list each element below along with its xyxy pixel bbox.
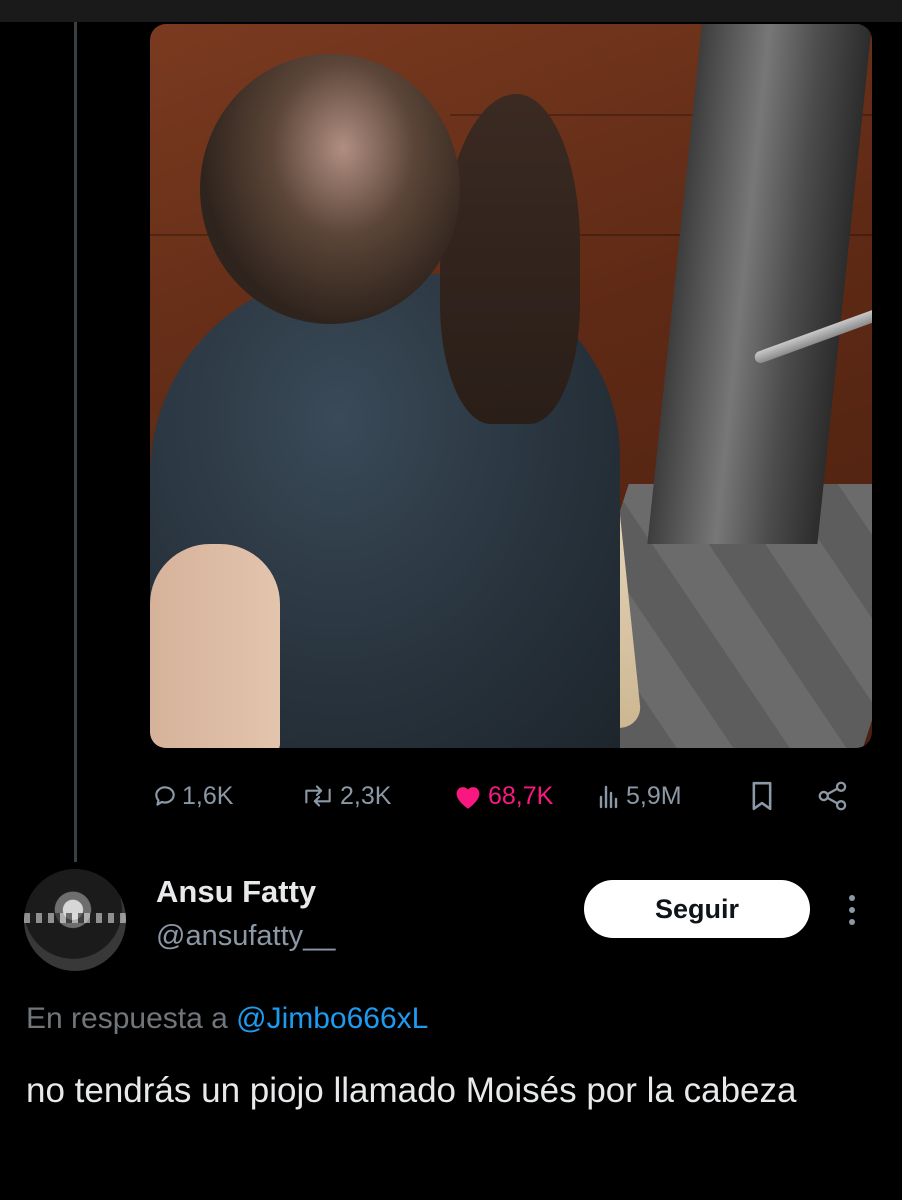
thread-connector-line — [74, 22, 77, 862]
follow-button[interactable]: Seguir — [584, 880, 810, 938]
retweet-icon — [300, 783, 336, 809]
status-bar — [0, 0, 902, 22]
person-arm — [150, 544, 280, 748]
in-reply-to: En respuesta a @Jimbo666xL — [26, 1002, 428, 1036]
heart-filled-icon — [452, 782, 484, 810]
share-button[interactable] — [816, 772, 850, 820]
tweet-action-bar: 1,6K 2,3K 68,7K 5,9M — [150, 772, 872, 820]
display-name[interactable]: Ansu Fatty — [156, 874, 316, 910]
elevator-door — [647, 24, 872, 544]
reply-bubble-icon — [152, 783, 178, 809]
views-count: 5,9M — [626, 781, 682, 810]
avatar-pattern — [24, 913, 126, 923]
tweet-photo[interactable] — [150, 24, 872, 748]
retweet-action[interactable]: 2,3K — [300, 772, 391, 820]
mention-link[interactable]: @Jimbo666xL — [236, 1002, 428, 1035]
user-handle[interactable]: @ansufatty__ — [156, 920, 335, 953]
like-count: 68,7K — [488, 781, 554, 810]
bookmark-icon — [748, 779, 776, 813]
person-hair — [440, 94, 580, 424]
reply-text: no tendrás un piojo llamado Moisés por l… — [26, 1071, 797, 1110]
bar-chart-icon — [598, 783, 622, 809]
retweet-count: 2,3K — [340, 781, 392, 810]
reply-count: 1,6K — [182, 781, 234, 810]
vertical-dots-icon — [838, 895, 866, 934]
person-head — [200, 54, 460, 324]
bookmark-button[interactable] — [748, 772, 776, 820]
share-icon — [816, 781, 850, 811]
avatar[interactable] — [24, 869, 126, 971]
in-reply-prefix: En respuesta a — [26, 1002, 228, 1035]
views-action[interactable]: 5,9M — [598, 772, 682, 820]
more-options-button[interactable] — [838, 890, 866, 930]
like-action[interactable]: 68,7K — [452, 772, 553, 820]
reply-action[interactable]: 1,6K — [152, 772, 233, 820]
